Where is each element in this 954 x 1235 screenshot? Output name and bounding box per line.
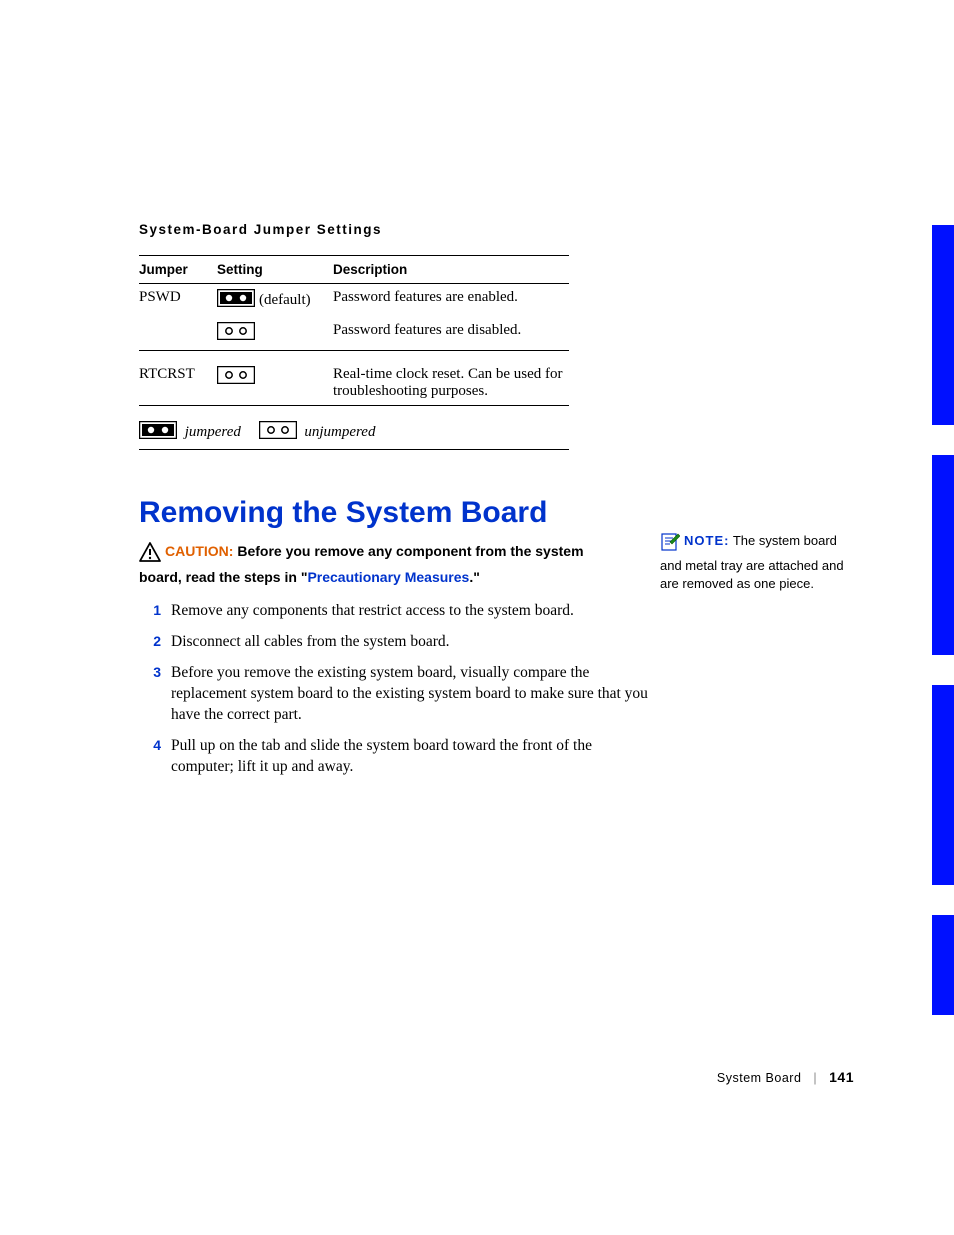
caution-icon	[139, 542, 161, 568]
jumper-description: Password features are disabled.	[333, 317, 569, 351]
note-box: NOTE: The system board and metal tray ar…	[660, 532, 850, 594]
legend-row: jumpered unjumpered	[139, 416, 569, 450]
note-icon	[660, 532, 680, 557]
table-row: Password features are disabled.	[139, 317, 569, 351]
legend-jumpered-label: jumpered	[181, 424, 255, 440]
table-header-row: Jumper Setting Description	[139, 256, 569, 284]
col-header-description: Description	[333, 256, 569, 284]
page: System-Board Jumper Settings Jumper Sett…	[0, 0, 954, 1235]
jumper-unjumpered-icon	[217, 366, 255, 389]
caution-block: CAUTION: Before you remove any component…	[139, 542, 629, 587]
jumper-description: Password features are enabled.	[333, 284, 569, 318]
step-item: 4 Pull up on the tab and slide the syste…	[139, 736, 649, 778]
footer-separator: |	[805, 1071, 825, 1085]
jumper-jumpered-icon	[139, 421, 177, 444]
page-footer: System Board | 141	[717, 1069, 854, 1085]
note-label: NOTE:	[684, 533, 729, 548]
jumper-unjumpered-icon	[217, 322, 255, 345]
edge-tab	[932, 685, 954, 885]
legend-unjumpered-label: unjumpered	[300, 424, 389, 440]
step-item: 3 Before you remove the existing system …	[139, 663, 649, 726]
setting-default-label: (default)	[255, 292, 311, 308]
jumper-name: PSWD	[139, 284, 217, 318]
step-number: 4	[139, 736, 171, 778]
jumper-setting: (default)	[217, 284, 333, 318]
step-item: 1 Remove any components that restrict ac…	[139, 601, 649, 622]
footer-page-number: 141	[829, 1069, 854, 1085]
edge-tab	[932, 225, 954, 425]
caution-link[interactable]: Precautionary Measures	[307, 569, 469, 585]
caution-label: CAUTION:	[165, 543, 233, 559]
table-separator	[139, 406, 569, 417]
edge-tab	[932, 915, 954, 1015]
jumper-jumpered-icon	[217, 289, 255, 312]
section-title: System-Board Jumper Settings	[139, 222, 839, 237]
step-number: 1	[139, 601, 171, 622]
step-text: Remove any components that restrict acce…	[171, 601, 649, 622]
step-text: Disconnect all cables from the system bo…	[171, 632, 649, 653]
col-header-jumper: Jumper	[139, 256, 217, 284]
edge-tab	[932, 455, 954, 655]
footer-section: System Board	[717, 1071, 802, 1085]
jumper-name: RTCRST	[139, 361, 217, 406]
jumper-settings-table: Jumper Setting Description PSWD (default…	[139, 255, 569, 460]
step-item: 2 Disconnect all cables from the system …	[139, 632, 649, 653]
table-row: RTCRST Real-time clock reset. Can be use…	[139, 361, 569, 406]
jumper-setting	[217, 361, 333, 406]
heading-removing-system-board: Removing the System Board	[139, 496, 839, 530]
content-area: System-Board Jumper Settings Jumper Sett…	[139, 222, 839, 788]
caution-text: CAUTION: Before you remove any component…	[139, 543, 584, 585]
jumper-setting	[217, 317, 333, 351]
step-number: 3	[139, 663, 171, 726]
jumper-description: Real-time clock reset. Can be used for t…	[333, 361, 569, 406]
table-separator	[139, 351, 569, 362]
jumper-unjumpered-icon	[259, 421, 297, 444]
caution-body-after: ."	[469, 569, 480, 585]
jumper-name	[139, 317, 217, 351]
col-header-setting: Setting	[217, 256, 333, 284]
step-number: 2	[139, 632, 171, 653]
steps-list: 1 Remove any components that restrict ac…	[139, 601, 649, 777]
step-text: Pull up on the tab and slide the system …	[171, 736, 649, 778]
table-row: PSWD (default) Password features are ena…	[139, 284, 569, 318]
table-bottom-rule	[139, 450, 569, 461]
step-text: Before you remove the existing system bo…	[171, 663, 649, 726]
